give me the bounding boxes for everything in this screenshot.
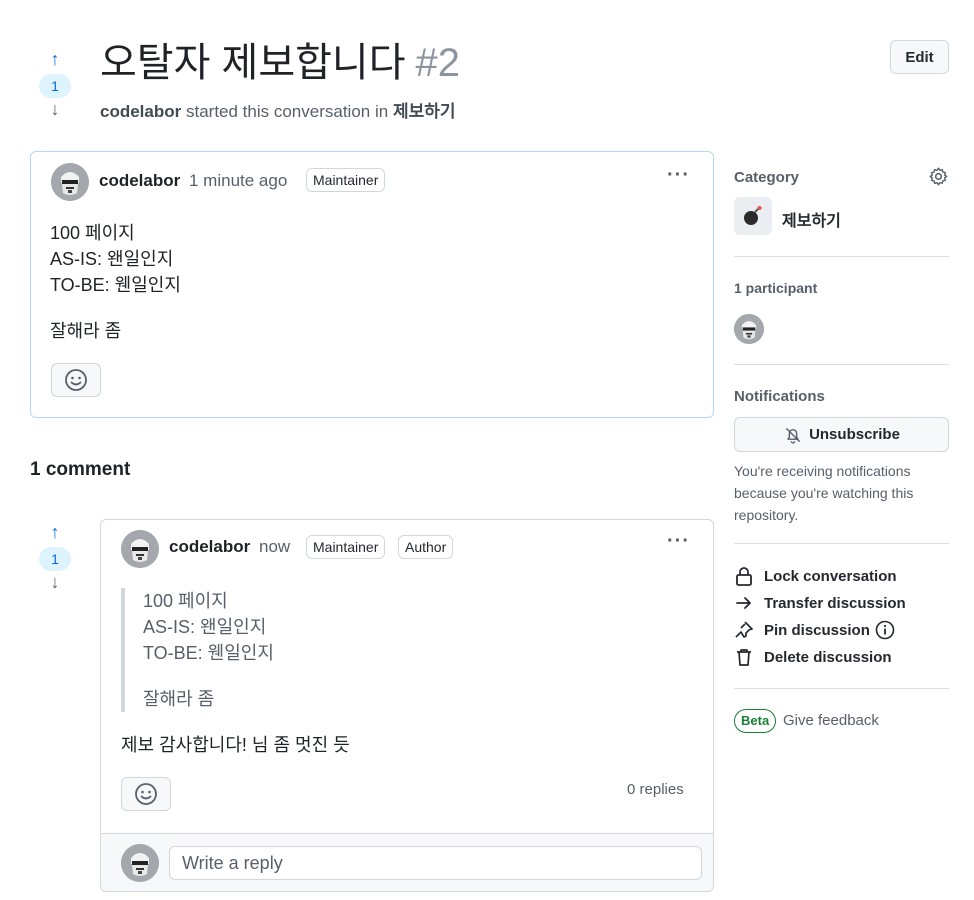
action-label: Delete discussion: [764, 648, 892, 666]
vote-count: 1: [39, 74, 71, 98]
comment-text: 제보 감사합니다! 님 좀 멋진 듯: [121, 735, 350, 755]
post-line: AS-IS: 왠일인지: [50, 249, 174, 269]
comment-time[interactable]: now: [259, 537, 290, 557]
add-reaction-button[interactable]: [51, 363, 101, 397]
reply-input[interactable]: Write a reply: [169, 846, 702, 880]
pin-icon: [734, 620, 754, 640]
discussion-number: #2: [415, 41, 461, 85]
comment-vote: ↑ 1 ↓: [38, 523, 72, 595]
avatar[interactable]: [51, 163, 89, 201]
post-line: TO-BE: 웬일인지: [50, 275, 181, 295]
comment-author[interactable]: codelabor: [169, 537, 250, 557]
maintainer-badge: Maintainer: [306, 535, 386, 559]
bell-slash-icon: [785, 427, 801, 444]
divider: [734, 688, 949, 689]
bomb-icon: [734, 197, 772, 235]
lock-conversation-link[interactable]: Lock conversation: [734, 565, 897, 587]
notifications-heading: Notifications: [734, 388, 825, 405]
post-closing: 잘해라 좀: [50, 321, 122, 341]
beta-badge: Beta: [734, 709, 777, 733]
author-link[interactable]: codelabor: [100, 102, 181, 121]
add-reaction-button[interactable]: [121, 777, 171, 811]
post-body: 100 페이지 AS-IS: 왠일인지 TO-BE: 웬일인지: [50, 220, 181, 298]
quote-line: TO-BE: 웬일인지: [143, 643, 274, 663]
participants-heading: 1 participant: [734, 280, 818, 296]
trash-icon: [734, 647, 754, 667]
upvote-arrow-icon[interactable]: ↑: [51, 50, 60, 72]
comment-card: codelabor now Maintainer Author ··· 100 …: [100, 519, 714, 892]
quote-line: AS-IS: 왠일인지: [143, 617, 267, 637]
pin-discussion-link[interactable]: Pin discussion: [734, 619, 895, 641]
quote-closing: 잘해라 좀: [143, 689, 215, 709]
author-badge: Author: [398, 535, 454, 559]
started-text: started this conversation in: [185, 102, 389, 121]
transfer-discussion-link[interactable]: Transfer discussion: [734, 592, 906, 614]
comments-heading: 1 comment: [30, 459, 131, 480]
category-link[interactable]: 제보하기: [393, 102, 456, 121]
info-icon[interactable]: [875, 620, 895, 640]
gear-icon[interactable]: [928, 166, 949, 192]
action-label: Pin discussion: [764, 621, 870, 639]
participant-avatar[interactable]: [734, 314, 764, 344]
unsubscribe-button[interactable]: Unsubscribe: [734, 417, 949, 452]
more-options-icon[interactable]: ···: [667, 164, 690, 187]
discussion-title: 오탈자 제보합니다: [100, 41, 406, 85]
smiley-icon: [65, 369, 87, 391]
avatar: [121, 844, 159, 882]
downvote-arrow-icon[interactable]: ↓: [51, 100, 60, 122]
divider: [734, 364, 949, 365]
action-label: Lock conversation: [764, 567, 897, 585]
quote-line: 100 페이지: [143, 591, 228, 611]
category-heading: Category: [734, 169, 800, 186]
replies-count: 0 replies: [627, 781, 684, 798]
delete-discussion-link[interactable]: Delete discussion: [734, 646, 892, 668]
discussion-post: codelabor 1 minute ago Maintainer ··· 10…: [30, 151, 714, 418]
page-title: 오탈자 제보합니다 #2: [100, 30, 460, 88]
divider: [734, 256, 949, 257]
sidebar-category-name[interactable]: 제보하기: [782, 207, 841, 231]
smiley-icon: [135, 783, 157, 805]
unsubscribe-label: Unsubscribe: [809, 426, 900, 443]
post-time[interactable]: 1 minute ago: [189, 171, 287, 191]
post-author[interactable]: codelabor: [99, 171, 180, 191]
post-line: 100 페이지: [50, 223, 135, 243]
more-options-icon[interactable]: ···: [667, 530, 690, 553]
upvote-arrow-icon[interactable]: ↑: [51, 523, 60, 545]
post-vote: ↑ 1 ↓: [38, 50, 72, 122]
quoted-reply: 100 페이지 AS-IS: 왠일인지 TO-BE: 웬일인지 잘해라 좀: [121, 588, 274, 712]
edit-button[interactable]: Edit: [890, 40, 949, 74]
notification-notice: You're receiving notifications because y…: [734, 463, 914, 523]
action-label: Transfer discussion: [764, 594, 906, 612]
give-feedback-link[interactable]: Give feedback: [783, 712, 879, 729]
maintainer-badge: Maintainer: [306, 168, 386, 192]
lock-icon: [734, 566, 754, 586]
discussion-subtitle: codelabor started this conversation in 제…: [100, 97, 456, 122]
arrow-right-icon: [734, 595, 754, 611]
downvote-arrow-icon[interactable]: ↓: [51, 573, 60, 595]
avatar[interactable]: [121, 530, 159, 568]
vote-count: 1: [39, 547, 71, 571]
divider: [734, 543, 949, 544]
reply-row: Write a reply: [101, 833, 713, 891]
